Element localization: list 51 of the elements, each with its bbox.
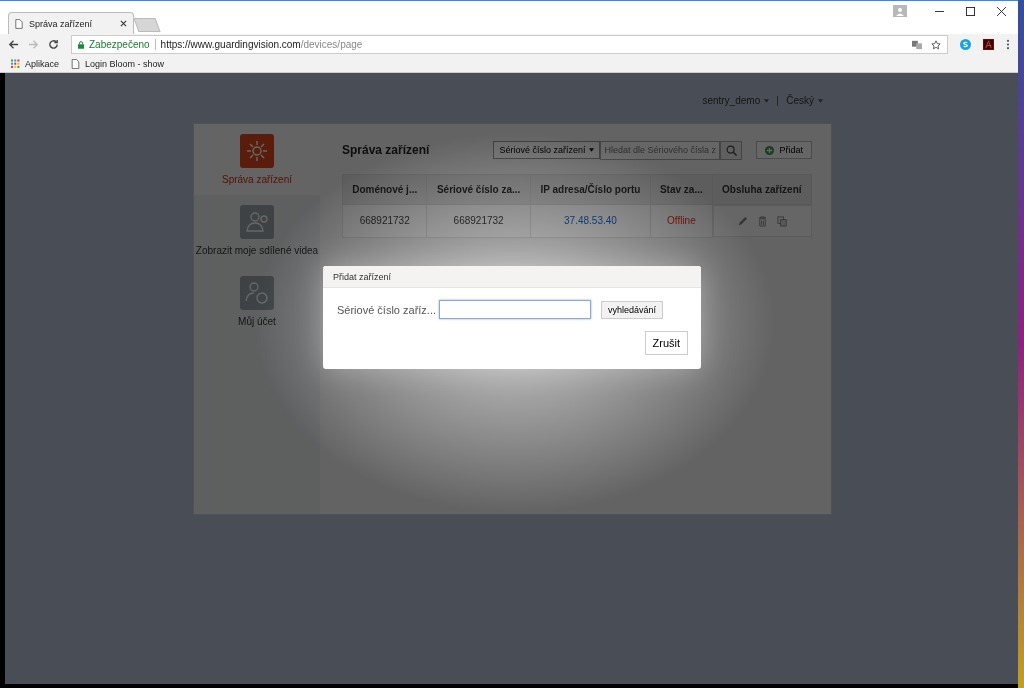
- column-header: Stav za...: [650, 174, 713, 205]
- caret-icon: [764, 98, 770, 103]
- reload-icon[interactable]: [48, 39, 59, 50]
- status-text: Offline: [667, 215, 696, 227]
- page-title: Správa zařízení: [342, 143, 430, 157]
- maximize-icon[interactable]: [966, 6, 975, 16]
- address-bar[interactable]: Zabezpečeno https://www.guardingvision.com/devices/page: [71, 35, 948, 54]
- close-icon[interactable]: [997, 6, 1006, 16]
- search-button[interactable]: vyhledávání: [601, 300, 664, 319]
- search-button[interactable]: [720, 140, 743, 160]
- field-label: Sériové číslo zaříz...: [337, 303, 438, 316]
- table-cell: 668921732: [342, 204, 427, 237]
- column-header: Sériové číslo za...: [426, 174, 531, 205]
- close-icon[interactable]: [120, 20, 127, 27]
- sidebar-item[interactable]: Můj účet: [194, 266, 320, 337]
- add-button[interactable]: Přidat: [756, 141, 812, 159]
- url-text: https://www.guardingvision.com/devices/page: [160, 39, 363, 50]
- ip-link[interactable]: 37.48.53.40: [564, 215, 617, 227]
- users-icon: [240, 205, 274, 239]
- browser-tab[interactable]: Správa zařízení: [8, 12, 134, 34]
- column-header: Obsluha zařízení: [712, 174, 812, 205]
- language-menu[interactable]: Český: [786, 95, 823, 106]
- user-icon: [240, 276, 274, 310]
- dialog-title: Přidat zařízení: [323, 266, 701, 288]
- caret-icon: [818, 98, 823, 103]
- gear-icon: [240, 134, 274, 168]
- page-icon: [71, 58, 81, 69]
- edit-icon[interactable]: [736, 215, 748, 227]
- page-icon: [15, 18, 23, 29]
- apps-icon: [11, 58, 20, 69]
- column-header: Doménové j...: [342, 174, 427, 205]
- back-icon[interactable]: [8, 39, 19, 50]
- plus-icon: [765, 145, 775, 155]
- translate-icon[interactable]: [912, 39, 922, 50]
- cancel-button[interactable]: Zrušit: [644, 331, 688, 355]
- security-label: Zabezpečeno: [89, 39, 150, 50]
- bookmark[interactable]: Login Bloom - show: [71, 58, 165, 69]
- search-type-select[interactable]: Sériové číslo zařízení: [493, 141, 601, 159]
- user-menu[interactable]: sentry_demo: [702, 95, 770, 106]
- serial-number-field[interactable]: [439, 300, 591, 319]
- star-icon[interactable]: [931, 39, 941, 50]
- skype-icon[interactable]: [960, 39, 971, 50]
- bookmark[interactable]: Aplikace: [11, 58, 60, 69]
- sidebar-item[interactable]: Zobrazit moje sdílené videa: [194, 195, 320, 266]
- lock-icon: [78, 40, 84, 49]
- caret-icon: [589, 148, 595, 152]
- table-cell: 668921732: [426, 204, 531, 237]
- column-header: IP adresa/Číslo portu: [530, 174, 651, 205]
- menu-icon[interactable]: [1006, 39, 1010, 50]
- search-icon: [726, 144, 737, 156]
- sidebar-item[interactable]: Správa zařízení: [194, 124, 320, 195]
